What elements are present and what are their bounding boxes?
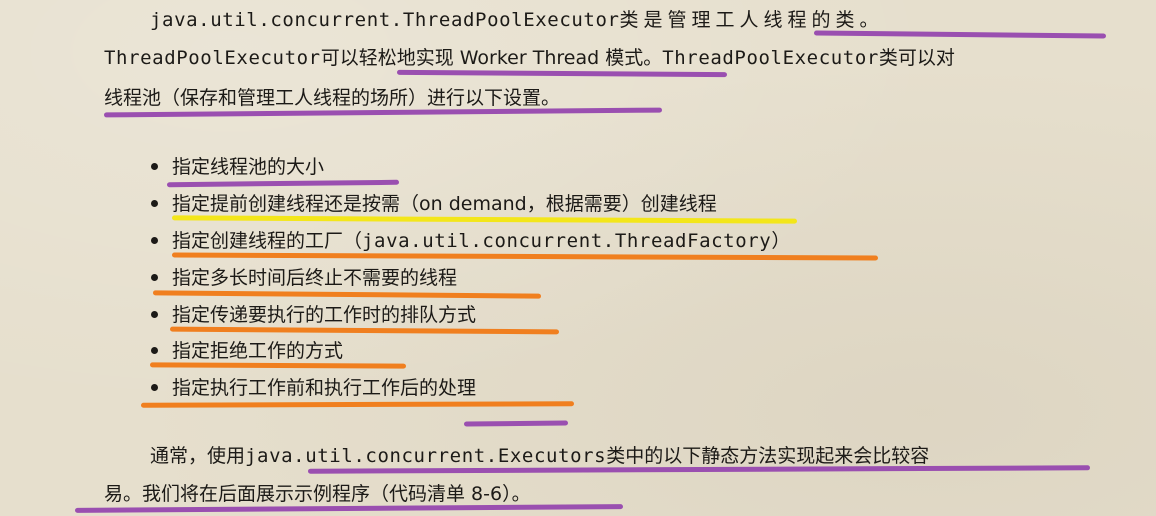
purple-underline-stroke xyxy=(463,420,569,427)
paragraph2-line1-text: 通常，使用 xyxy=(150,445,246,467)
bullet-marker xyxy=(151,384,158,391)
bullet-marker xyxy=(151,200,158,207)
paragraph2-line2: 易。我们将在后面展示示例程序（代码清单 8-6）。 xyxy=(104,480,531,508)
purple-underline-stroke xyxy=(396,69,728,78)
bullet-marker xyxy=(151,311,158,318)
paragraph2-line2-text: 易。我们将在后面展示示例程序（代码清单 8-6）。 xyxy=(104,483,531,505)
paragraph1-line2-text: 可以轻松地实现 Worker Thread 模式。 xyxy=(320,47,663,69)
code-threadfactory: java.util.concurrent.ThreadFactory xyxy=(362,230,772,252)
bullet-item: 指定线程池的大小 xyxy=(172,153,324,181)
paragraph1-line2-text2: 类可以对 xyxy=(878,47,955,69)
bullet-text: 指定传递要执行的工作时的排队方式 xyxy=(172,304,477,326)
bullet-text: 指定多长时间后终止不需要的线程 xyxy=(172,267,458,289)
paragraph1-line1: java.util.concurrent.ThreadPoolExecutor类… xyxy=(150,6,884,34)
paragraph2-line1-text2: 类中的以下静态方法实现起来会比较容 xyxy=(606,445,930,467)
paragraph1-line1-text: 类是管理工人线程的类。 xyxy=(619,9,884,31)
bullet-text: 指定拒绝工作的方式 xyxy=(172,340,344,362)
bullet-marker xyxy=(151,163,158,170)
orange-underline-stroke xyxy=(169,326,560,335)
paragraph1-line2: ThreadPoolExecutor可以轻松地实现 Worker Thread … xyxy=(104,44,955,72)
code-threadpoolexecutor-fqcn: java.util.concurrent.ThreadPoolExecutor xyxy=(150,9,620,31)
document-page: java.util.concurrent.ThreadPoolExecutor类… xyxy=(0,0,1156,516)
bullet-item: 指定传递要执行的工作时的排队方式 xyxy=(172,301,476,329)
orange-underline-stroke xyxy=(149,362,407,369)
paragraph1-line3-text: 线程池（保存和管理工人线程的场所）进行以下设置。 xyxy=(104,87,561,109)
code-threadpoolexecutor-2: ThreadPoolExecutor xyxy=(662,47,879,69)
bullet-item: 指定创建线程的工厂（java.util.concurrent.ThreadFac… xyxy=(172,227,790,255)
purple-underline-stroke xyxy=(166,179,400,188)
bullet-marker xyxy=(151,274,158,281)
bullet-text: 指定提前创建线程还是按需（on demand，根据需要）创建线程 xyxy=(172,193,717,215)
bullet-item: 指定提前创建线程还是按需（on demand，根据需要）创建线程 xyxy=(172,190,717,218)
paragraph1-line3: 线程池（保存和管理工人线程的场所）进行以下设置。 xyxy=(104,84,560,112)
bullet-text: 指定执行工作前和执行工作后的处理 xyxy=(172,377,477,399)
bullet-text: 指定创建线程的工厂（ xyxy=(172,230,363,252)
orange-underline-stroke xyxy=(140,401,575,408)
bullet-text-end: ） xyxy=(771,230,791,252)
code-executors: java.util.concurrent.Executors xyxy=(245,445,607,467)
orange-underline-stroke xyxy=(152,290,542,299)
code-threadpoolexecutor: ThreadPoolExecutor xyxy=(104,47,321,69)
bullet-item: 指定多长时间后终止不需要的线程 xyxy=(172,264,457,292)
purple-underline-stroke xyxy=(813,30,1107,39)
bullet-item: 指定拒绝工作的方式 xyxy=(172,337,343,365)
bullet-item: 指定执行工作前和执行工作后的处理 xyxy=(172,374,476,402)
bullet-text: 指定线程池的大小 xyxy=(172,156,325,178)
bullet-marker xyxy=(151,347,158,354)
bullet-marker xyxy=(151,237,158,244)
